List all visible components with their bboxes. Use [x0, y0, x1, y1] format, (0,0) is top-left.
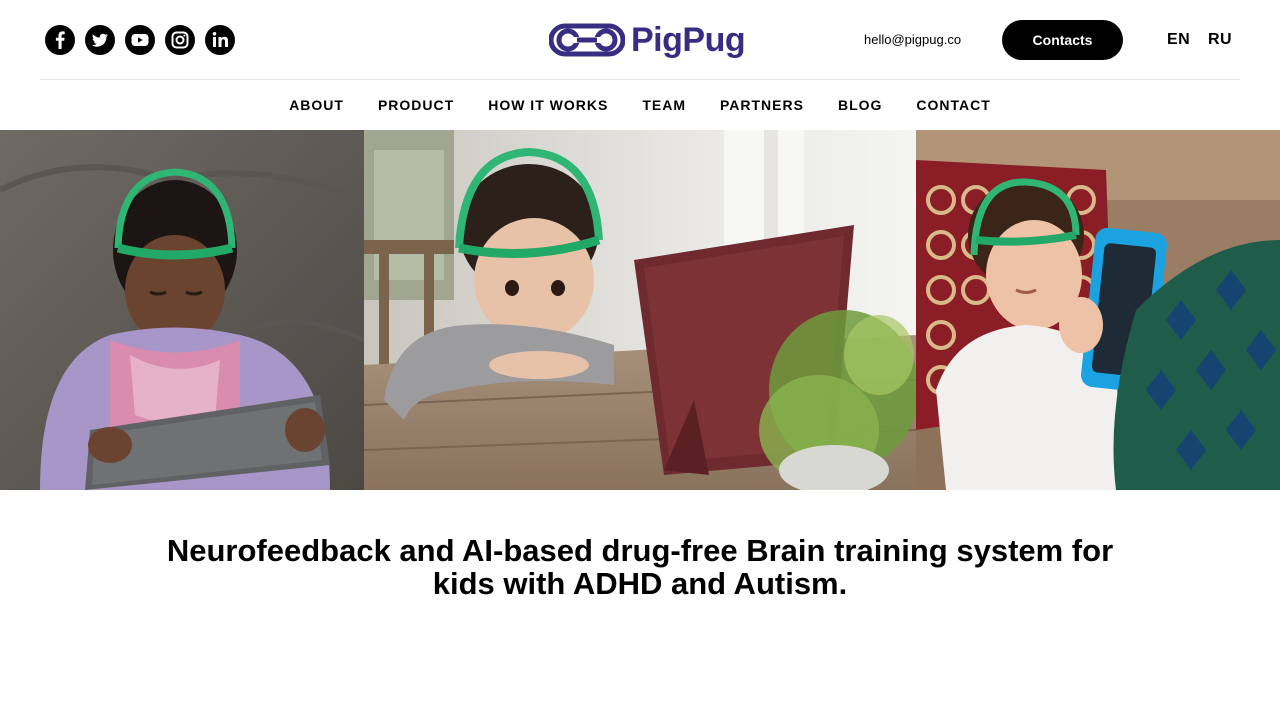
nav-team[interactable]: TEAM: [642, 96, 686, 114]
pigpug-logo[interactable]: PigPug: [549, 21, 746, 59]
email-link[interactable]: hello@pigpug.co: [864, 32, 961, 48]
child-with-tablet-on-couch-photo: [0, 130, 364, 490]
nav-partners[interactable]: PARTNERS: [720, 96, 804, 114]
linkedin-icon[interactable]: [205, 25, 235, 55]
hero-image-strip: [0, 130, 1280, 490]
instagram-icon[interactable]: [165, 25, 195, 55]
site-header: PigPug hello@pigpug.co Contacts EN RU: [40, 0, 1240, 80]
nav-product[interactable]: PRODUCT: [378, 96, 454, 114]
hero-headline: Neurofeedback and AI-based drug-free Bra…: [166, 533, 1114, 601]
social-links: [45, 25, 235, 55]
nav-about[interactable]: ABOUT: [289, 96, 344, 114]
child-at-table-watching-tablet-photo: [364, 130, 916, 490]
language-ru[interactable]: RU: [1208, 31, 1232, 49]
nav-contact[interactable]: CONTACT: [916, 96, 990, 114]
facebook-icon[interactable]: [45, 25, 75, 55]
boy-on-sofa-with-tablet-photo: [916, 130, 1280, 490]
logo-text: PigPug: [631, 21, 746, 59]
twitter-icon[interactable]: [85, 25, 115, 55]
language-en[interactable]: EN: [1167, 31, 1190, 49]
pigpug-logo-mark-icon: [549, 23, 625, 57]
contacts-button[interactable]: Contacts: [1002, 20, 1123, 60]
nav-blog[interactable]: BLOG: [838, 96, 882, 114]
main-nav: ABOUT PRODUCT HOW IT WORKS TEAM PARTNERS…: [0, 80, 1280, 130]
nav-how-it-works[interactable]: HOW IT WORKS: [488, 96, 608, 114]
youtube-icon[interactable]: [125, 25, 155, 55]
